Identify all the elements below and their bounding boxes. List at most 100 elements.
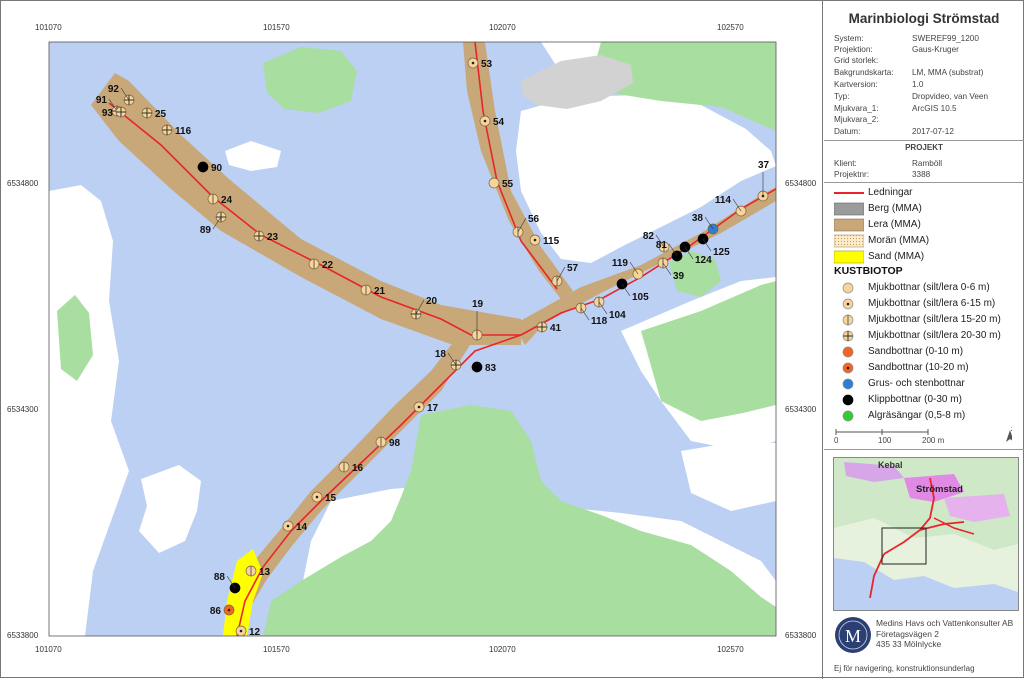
station-label: 125 bbox=[713, 247, 730, 258]
meta-key: Mjukvara_2: bbox=[834, 115, 879, 124]
x-tick-label: 102570 bbox=[717, 645, 744, 654]
divider bbox=[824, 140, 1024, 141]
map-canvas[interactable]: 9291 93 25 116 90 24 89 23 22 21 20 19 41 18 83 17 98 16 1… bbox=[1, 1, 823, 679]
legend-item-moran: Morän (MMA) bbox=[832, 234, 1022, 249]
meta-row: Bakgrundskarta: LM, MMA (substrat) bbox=[834, 68, 1019, 79]
station-label: 23 bbox=[267, 232, 279, 243]
kustbiotop-label: Grus- och stenbottnar bbox=[868, 378, 965, 389]
kustbiotop-heading: KUSTBIOTOP bbox=[834, 265, 903, 277]
biotope-marker-icon bbox=[842, 394, 854, 406]
station-label: 105 bbox=[632, 292, 649, 303]
divider bbox=[824, 182, 1024, 183]
meta-value: ArcGIS 10.5 bbox=[912, 104, 957, 113]
inset-label-stromstad: Strömstad bbox=[916, 484, 963, 495]
meta-row: Klient: Ramböll bbox=[834, 159, 1019, 170]
kustbiotop-label: Klippbottnar (0-30 m) bbox=[868, 394, 962, 405]
kustbiotop-item: Mjukbottnar (silt/lera 6-15 m) bbox=[832, 297, 1022, 312]
station-label: 116 bbox=[175, 126, 192, 137]
legend-label: Morän (MMA) bbox=[868, 235, 930, 246]
station-marker-115[interactable]: 115 bbox=[529, 234, 560, 247]
y-tick-label: 6534300 bbox=[7, 405, 39, 414]
kustbiotop-label: Sandbottnar (10-20 m) bbox=[868, 362, 969, 373]
north-arrow-icon: N bbox=[1006, 427, 1012, 442]
inset-label-kebal: Kebal bbox=[878, 460, 903, 470]
station-label: 19 bbox=[472, 299, 484, 310]
meta-key: Kartversion: bbox=[834, 80, 878, 89]
station-label: 14 bbox=[296, 522, 308, 533]
station-label: 114 bbox=[715, 195, 732, 206]
station-label: 82 bbox=[643, 231, 655, 242]
kustbiotop-item: Mjukbottnar (silt/lera 15-20 m) bbox=[832, 313, 1022, 328]
legend-item-berg: Berg (MMA) bbox=[832, 202, 1022, 217]
station-label: 86 bbox=[210, 606, 222, 617]
meta-key: Typ: bbox=[834, 92, 850, 101]
station-label: 18 bbox=[435, 349, 447, 360]
projekt-heading: PROJEKT bbox=[905, 143, 943, 152]
meta-key: Mjukvara_1: bbox=[834, 104, 879, 113]
station-label: 16 bbox=[352, 463, 364, 474]
y-tick-label: 6534800 bbox=[7, 179, 39, 188]
x-tick-label: 101070 bbox=[35, 645, 62, 654]
station-label: 55 bbox=[502, 179, 514, 190]
meta-value: 3388 bbox=[912, 170, 931, 179]
x-tick-label: 101070 bbox=[35, 23, 62, 32]
station-label: 38 bbox=[692, 213, 704, 224]
y-tick-label: 6533800 bbox=[7, 631, 39, 640]
meta-value: Dropvideo, van Veen bbox=[912, 92, 989, 101]
station-label: 15 bbox=[325, 493, 337, 504]
station-label: 89 bbox=[200, 225, 212, 236]
meta-key: Grid storlek: bbox=[834, 56, 879, 65]
kustbiotop-label: Algräsängar (0,5-8 m) bbox=[868, 410, 966, 421]
kustbiotop-item: Klippbottnar (0-30 m) bbox=[832, 393, 1022, 408]
scale-label: 200 m bbox=[922, 436, 945, 445]
station-label: 37 bbox=[758, 160, 770, 171]
company-street: Företagsvägen 2 bbox=[876, 628, 939, 639]
station-label: 124 bbox=[695, 255, 712, 266]
company-address: Medins Havs och Vattenkonsulter AB Föret… bbox=[876, 618, 1013, 650]
meta-row: Grid storlek: bbox=[834, 56, 1019, 67]
meta-row: Mjukvara_2: bbox=[834, 115, 1019, 126]
kustbiotop-item: Mjukbottnar (silt/lera 0-6 m) bbox=[832, 281, 1022, 296]
station-label: 81 bbox=[656, 240, 668, 251]
meta-key: Datum: bbox=[834, 127, 861, 136]
station-label: 21 bbox=[374, 286, 386, 297]
overview-inset-map[interactable]: Kebal Strömstad bbox=[833, 457, 1019, 611]
y-tick-label: 6534800 bbox=[785, 179, 817, 188]
kustbiotop-item: Mjukbottnar (silt/lera 20-30 m) bbox=[832, 329, 1022, 344]
station-label: 25 bbox=[155, 109, 167, 120]
rock-swatch-icon bbox=[834, 202, 864, 216]
station-label: 41 bbox=[550, 323, 562, 334]
station-label: 20 bbox=[426, 296, 438, 307]
station-label: 83 bbox=[485, 363, 497, 374]
station-label: 92 bbox=[108, 84, 120, 95]
legend-panel: Marinbiologi Strömstad System: SWEREF99_1… bbox=[824, 1, 1024, 679]
meta-key: Bakgrundskarta: bbox=[834, 68, 894, 77]
kustbiotop-label: Mjukbottnar (silt/lera 6-15 m) bbox=[868, 298, 996, 309]
station-label: 115 bbox=[543, 236, 560, 247]
station-label: 88 bbox=[214, 572, 226, 583]
legend-label: Ledningar bbox=[868, 187, 913, 198]
meta-row: System: SWEREF99_1200 bbox=[834, 34, 1019, 45]
meta-key: Klient: bbox=[834, 159, 857, 168]
station-label: 118 bbox=[591, 316, 608, 327]
x-tick-label: 102570 bbox=[717, 23, 744, 32]
sand-swatch-icon bbox=[834, 250, 864, 264]
kustbiotop-item: Sandbottnar (0-10 m) bbox=[832, 345, 1022, 360]
scale-bar: 0 100 200 m N bbox=[834, 427, 1012, 445]
x-tick-label: 101570 bbox=[263, 23, 290, 32]
station-marker-116[interactable]: 116 bbox=[161, 124, 192, 137]
y-tick-label: 6534300 bbox=[785, 405, 817, 414]
meta-key: Projektnr: bbox=[834, 170, 870, 179]
biotope-marker-icon bbox=[842, 346, 854, 358]
station-label: 53 bbox=[481, 59, 493, 70]
legend-item-ledningar: Ledningar bbox=[832, 186, 1022, 201]
kustbiotop-item: Sandbottnar (10-20 m) bbox=[832, 361, 1022, 376]
x-tick-label: 102070 bbox=[489, 23, 516, 32]
meta-value: LM, MMA (substrat) bbox=[912, 68, 984, 77]
kustbiotop-label: Mjukbottnar (silt/lera 20-30 m) bbox=[868, 330, 1001, 341]
meta-value: Gaus-Kruger bbox=[912, 45, 959, 54]
kustbiotop-label: Mjukbottnar (silt/lera 0-6 m) bbox=[868, 282, 990, 293]
biotope-marker-icon bbox=[842, 330, 854, 342]
y-tick-label: 6533800 bbox=[785, 631, 817, 640]
meta-row: Mjukvara_1: ArcGIS 10.5 bbox=[834, 104, 1019, 115]
